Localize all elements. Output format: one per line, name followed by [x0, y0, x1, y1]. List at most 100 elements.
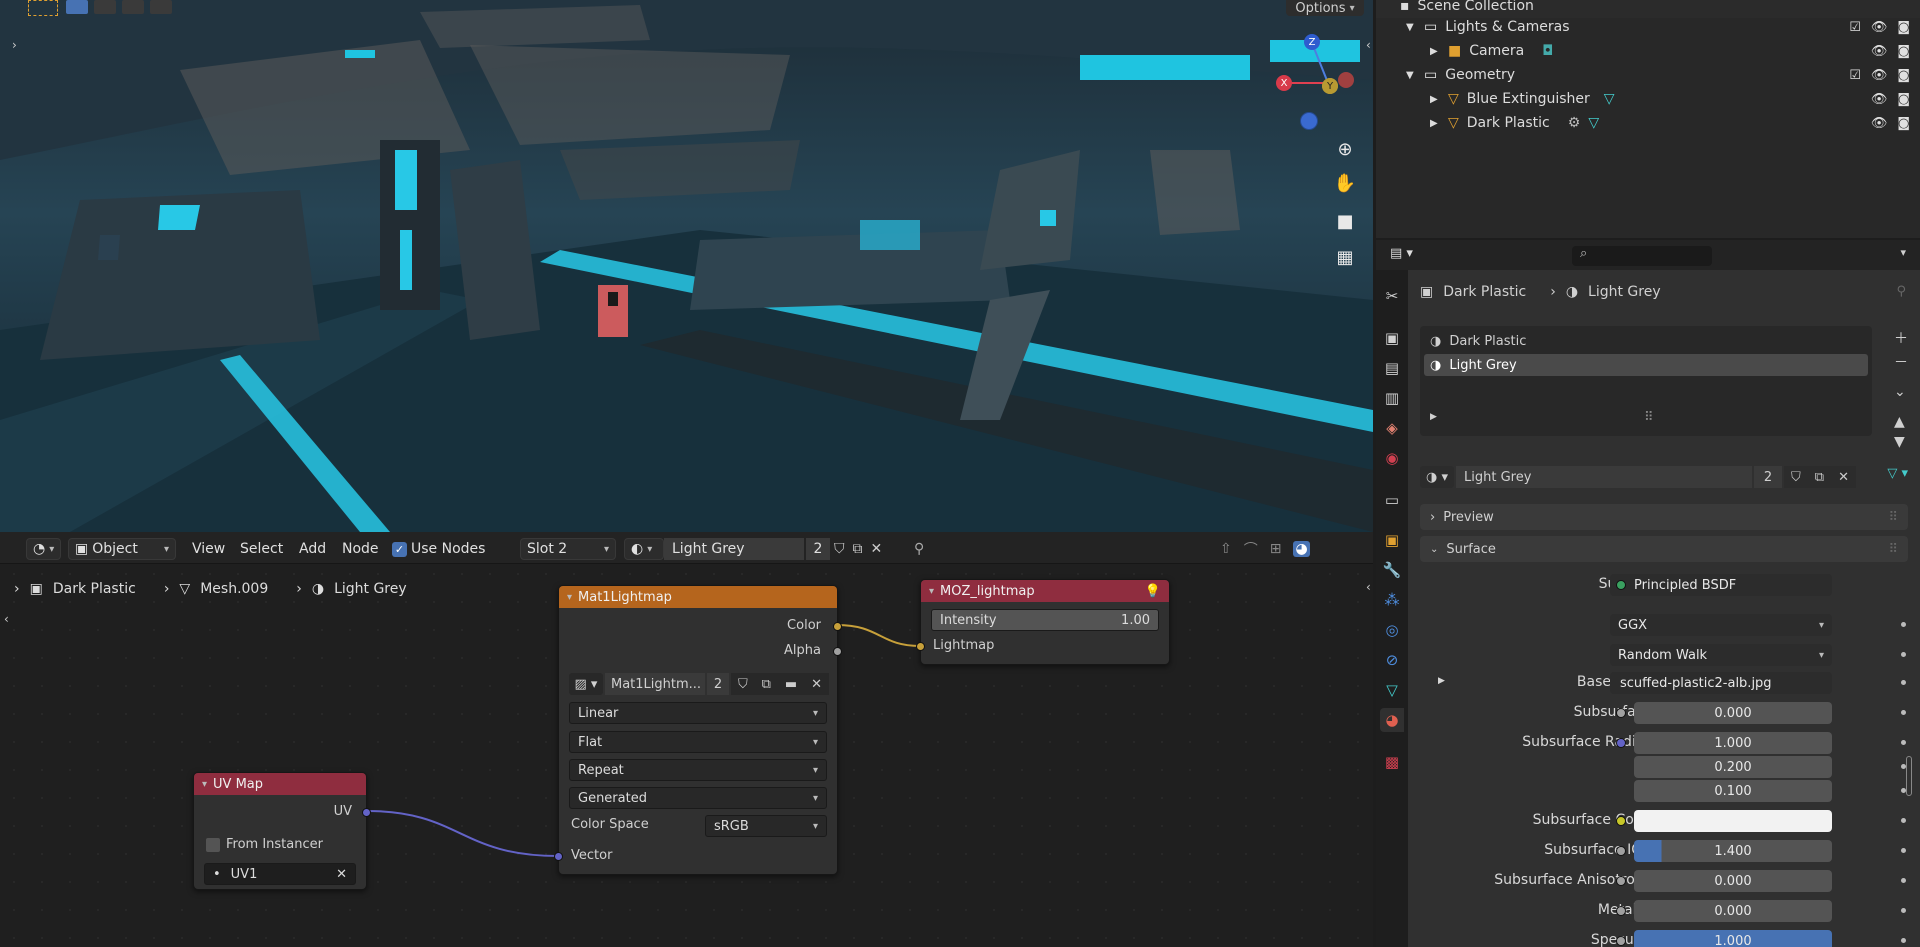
keyframe-dot-icon[interactable]: [1901, 740, 1906, 745]
material-properties[interactable]: ▣ Dark Plastic › ◑ Light Grey ⚲ ◑ Dark Pl…: [1408, 270, 1920, 947]
drag-handle-icon[interactable]: ⠿: [1888, 510, 1898, 525]
close-icon[interactable]: ✕: [1838, 470, 1849, 485]
image-name-field[interactable]: Mat1Lightm...: [605, 673, 705, 695]
add-slot-icon[interactable]: ＋: [1894, 328, 1908, 348]
property-value-field[interactable]: scuffed-plastic2-alb.jpg: [1610, 672, 1832, 694]
render-camera-icon[interactable]: ◙: [1897, 92, 1910, 107]
chevron-right-icon[interactable]: ▶: [1430, 118, 1448, 129]
material-slot-item[interactable]: ◑ Dark Plastic: [1424, 330, 1868, 352]
property-value-field[interactable]: 0.000: [1634, 702, 1832, 724]
property-value-field[interactable]: 1.000: [1634, 732, 1832, 754]
material-tab-icon[interactable]: ◕: [1380, 708, 1404, 732]
node-header[interactable]: ▾ Mat1Lightmap: [559, 586, 837, 608]
output-uv-socket[interactable]: [362, 808, 371, 817]
input-vector-socket[interactable]: [554, 852, 563, 861]
view-layer-tab-icon[interactable]: ▥: [1380, 386, 1404, 410]
image-icon[interactable]: ▨ ▾: [569, 673, 603, 695]
property-value-field[interactable]: 0.000: [1634, 870, 1832, 892]
fake-user-icon[interactable]: ⛉: [738, 677, 748, 692]
socket-icon[interactable]: [1616, 846, 1626, 856]
source-dropdown[interactable]: Generated ▾: [569, 787, 827, 809]
keyframe-dot-icon[interactable]: [1901, 908, 1906, 913]
material-slot-item-active[interactable]: ◑ Light Grey: [1424, 354, 1868, 376]
moz-lightmap-node[interactable]: ▾ MOZ_lightmap 💡 Intensity 1.00 Lightmap: [916, 579, 1170, 665]
chevron-down-icon[interactable]: ▼: [1406, 70, 1424, 81]
socket-icon[interactable]: [1616, 906, 1626, 916]
link-data-icon[interactable]: ▽ ▾: [1887, 466, 1908, 481]
socket-icon[interactable]: [1616, 936, 1626, 946]
property-value-field[interactable]: 0.000: [1634, 900, 1832, 922]
checkbox-checked-icon[interactable]: ☑: [1849, 68, 1861, 83]
eye-icon[interactable]: 👁: [1871, 68, 1888, 83]
checkbox-checked-icon[interactable]: ☑: [1849, 20, 1861, 35]
chevron-down-icon[interactable]: ⌄: [1894, 384, 1908, 400]
outliner-row[interactable]: ▼ ▭ Geometry ☑ 👁 ◙: [1376, 63, 1920, 87]
uv-name-field[interactable]: • UV1 ✕: [204, 863, 356, 885]
render-camera-icon[interactable]: ◙: [1897, 20, 1910, 35]
move-up-icon[interactable]: ▲: [1894, 414, 1908, 430]
pin-icon[interactable]: ⚲: [1896, 284, 1906, 299]
interpolation-dropdown[interactable]: Linear ▾: [569, 702, 827, 724]
render-tab-icon[interactable]: ▣: [1380, 326, 1404, 350]
world-tab-icon[interactable]: ◉: [1380, 446, 1404, 470]
keyframe-dot-icon[interactable]: [1901, 622, 1906, 627]
socket-icon[interactable]: [1616, 876, 1626, 886]
socket-icon[interactable]: [1616, 708, 1626, 718]
chevron-right-icon[interactable]: ▶: [1430, 412, 1437, 422]
mesh-data-icon[interactable]: ▽: [1604, 91, 1615, 107]
surface-shader-field[interactable]: Principled BSDF: [1610, 574, 1832, 596]
duplicate-icon[interactable]: ⧉: [1815, 470, 1824, 485]
object-tab-icon[interactable]: ▣: [1380, 528, 1404, 552]
close-icon[interactable]: ✕: [336, 867, 347, 882]
extension-dropdown[interactable]: Repeat ▾: [569, 759, 827, 781]
outliner-row[interactable]: ▶ ▽ Blue Extinguisher ▽ 👁 ◙: [1376, 87, 1920, 111]
color-space-dropdown[interactable]: sRGB ▾: [705, 815, 827, 837]
material-slot-list[interactable]: ◑ Dark Plastic ◑ Light Grey ▶ ⠿: [1420, 326, 1872, 436]
mesh-data-icon[interactable]: ▽: [1588, 115, 1599, 131]
material-browse-icon[interactable]: ◑ ▾: [1420, 466, 1454, 488]
constraints-tab-icon[interactable]: ⊘: [1380, 648, 1404, 672]
output-color-socket[interactable]: [833, 622, 842, 631]
output-tab-icon[interactable]: ▤: [1380, 356, 1404, 380]
keyframe-dot-icon[interactable]: [1901, 680, 1906, 685]
eye-icon[interactable]: 👁: [1871, 116, 1888, 131]
node-header[interactable]: ▾ UV Map: [194, 773, 366, 795]
chevron-down-icon[interactable]: ▾: [1900, 246, 1906, 259]
node-header[interactable]: ▾ MOZ_lightmap 💡: [921, 580, 1169, 602]
chevron-down-icon[interactable]: ▾: [567, 592, 572, 603]
chevron-right-icon[interactable]: ▶: [1430, 46, 1448, 57]
intensity-field[interactable]: Intensity 1.00: [931, 609, 1159, 631]
chevron-down-icon[interactable]: ▼: [1406, 22, 1424, 33]
material-users-count[interactable]: 2: [1754, 466, 1782, 488]
camera-data-icon[interactable]: ◘: [1542, 43, 1553, 59]
render-camera-icon[interactable]: ◙: [1897, 44, 1910, 59]
scene-tab-icon[interactable]: ◈: [1380, 416, 1404, 440]
eye-icon[interactable]: 👁: [1871, 92, 1888, 107]
data-tab-icon[interactable]: ▽: [1380, 678, 1404, 702]
close-icon[interactable]: ✕: [811, 677, 822, 692]
uv-map-node[interactable]: ▾ UV Map UV From Instancer • UV1 ✕: [193, 772, 371, 890]
outliner-row[interactable]: ▶ ■ Camera ◘ 👁 ◙: [1376, 39, 1920, 63]
render-camera-icon[interactable]: ◙: [1897, 116, 1910, 131]
output-alpha-socket[interactable]: [833, 647, 842, 656]
eye-icon[interactable]: 👁: [1871, 44, 1888, 59]
chevron-right-icon[interactable]: ▶: [1430, 94, 1448, 105]
chevron-down-icon[interactable]: ▾: [202, 779, 207, 790]
checkbox-unchecked-icon[interactable]: [206, 837, 220, 852]
modifier-icon[interactable]: ⚙: [1568, 115, 1581, 131]
keyframe-dot-icon[interactable]: [1901, 938, 1906, 943]
move-down-icon[interactable]: ▼: [1894, 434, 1908, 450]
particles-tab-icon[interactable]: ⁂: [1380, 588, 1404, 612]
outliner-row[interactable]: ▼ ▭ Lights & Cameras ☑ 👁 ◙: [1376, 15, 1920, 39]
outliner[interactable]: ▪ Scene Collection ▼ ▭ Lights & Cameras …: [1376, 0, 1920, 238]
search-input[interactable]: ⌕: [1572, 246, 1712, 266]
chevron-down-icon[interactable]: ▾: [929, 586, 934, 597]
property-value-field[interactable]: [1634, 810, 1832, 832]
socket-icon[interactable]: [1616, 816, 1626, 826]
editor-type-dropdown[interactable]: ▤ ▾: [1390, 246, 1413, 261]
input-lightmap-socket[interactable]: [916, 642, 925, 651]
render-camera-icon[interactable]: ◙: [1897, 68, 1910, 83]
collection-tab-icon[interactable]: ▭: [1380, 488, 1404, 512]
physics-tab-icon[interactable]: ◎: [1380, 618, 1404, 642]
folder-icon[interactable]: ▬: [785, 677, 797, 692]
